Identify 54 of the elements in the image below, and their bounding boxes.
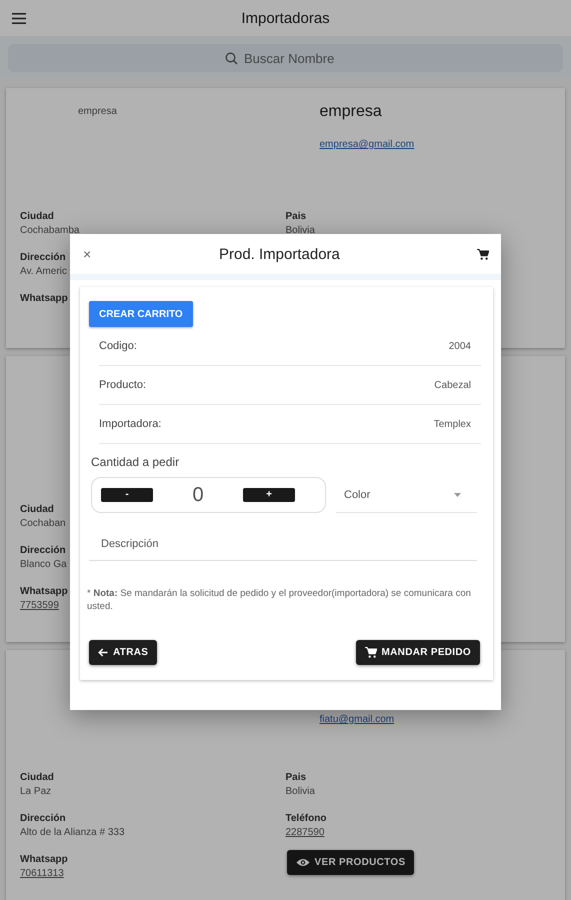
field-label: Pais <box>286 211 306 222</box>
close-button[interactable]: × <box>80 246 94 262</box>
detail-value: Cabezal <box>434 380 471 390</box>
detail-label: Codigo: <box>99 340 137 352</box>
field-label: Whatsapp <box>20 854 68 865</box>
search-field[interactable]: Buscar Nombre <box>242 50 346 66</box>
field-value: Av. Americ <box>20 266 67 277</box>
quantity-label: Cantidad a pedir <box>91 455 180 469</box>
field-link[interactable]: 7753599 <box>20 600 59 611</box>
detail-value: Templex <box>434 418 471 430</box>
field-label: Teléfono <box>286 813 326 824</box>
quantity-value: 0 <box>192 484 204 506</box>
broken-image: empresa <box>78 106 118 117</box>
minus-button[interactable]: - <box>101 488 153 502</box>
field-value: Cochaban <box>20 518 66 529</box>
cart-icon[interactable] <box>477 248 489 260</box>
field-value: Bolivia <box>286 786 315 797</box>
detail-label: Importadora: <box>99 418 162 430</box>
field-label: Dirección <box>20 813 66 824</box>
field-value: Blanco Ga <box>20 559 67 570</box>
email-link[interactable]: empresa@gmail.com <box>320 139 414 150</box>
company-name: empresa <box>320 103 383 121</box>
field-label: Ciudad <box>20 772 54 783</box>
field-label: Ciudad <box>20 211 54 222</box>
field-value: Cochabamba <box>20 225 80 236</box>
plus-button[interactable]: + <box>243 488 295 502</box>
arrow-left-icon <box>98 648 108 657</box>
cart-icon <box>364 647 377 658</box>
field-label: Ciudad <box>20 504 54 515</box>
view-products-button[interactable]: VER PRODUCTOS <box>286 850 414 875</box>
email-link[interactable]: fiatu@gmail.com <box>320 714 394 725</box>
detail-label: Producto: <box>99 379 146 391</box>
note-text: *Nota: Se mandarán la solicitud de pedido y el proveedor(importadora) se comunicara con usted. <box>87 587 472 613</box>
field-label: Dirección <box>20 545 66 556</box>
field-link[interactable]: 2287590 <box>286 827 324 838</box>
create-cart-button[interactable]: CREAR CARRITO <box>89 301 193 327</box>
back-button[interactable]: ATRAS <box>89 640 158 665</box>
send-order-button[interactable]: MANDAR PEDIDO <box>356 640 480 665</box>
detail-value: 2004 <box>448 340 471 352</box>
page-title: Importadoras <box>241 10 330 26</box>
field-label: Dirección <box>20 252 66 263</box>
field-link[interactable]: 70611313 <box>20 868 64 879</box>
dialog-title: Prod. Importadora <box>219 246 340 262</box>
field-value: La Paz <box>20 786 52 797</box>
menu-icon[interactable] <box>12 12 26 24</box>
caret-icon <box>454 492 461 496</box>
field-value: Alto de la Alianza # 333 <box>20 827 125 838</box>
field-label: Whatsapp <box>20 586 68 597</box>
eye-icon <box>296 858 310 867</box>
field-label: Pais <box>286 772 306 783</box>
field-label: Whatsapp <box>20 293 68 304</box>
field-value: Bolivia <box>286 225 315 236</box>
color-select[interactable]: Color <box>336 478 477 512</box>
search-icon <box>225 52 238 64</box>
